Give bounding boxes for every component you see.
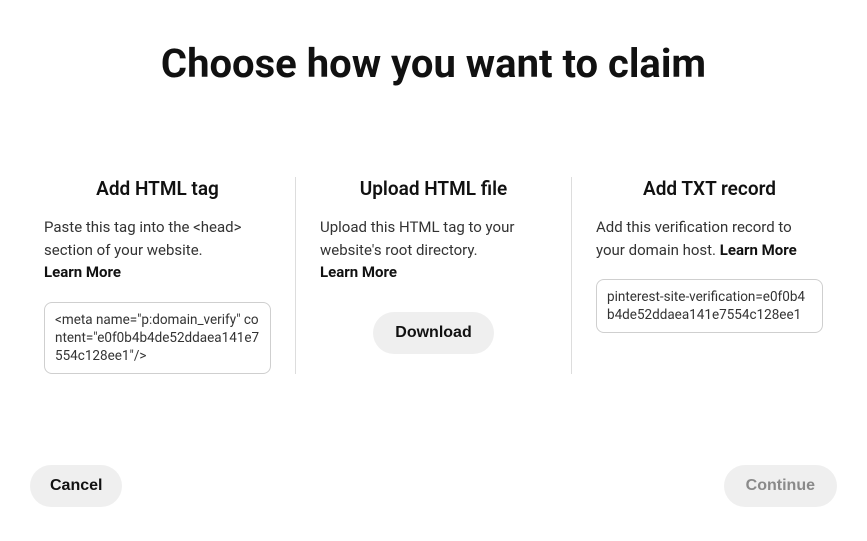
html-tag-code-box[interactable]: <meta name="p:domain_verify" content="e0…: [44, 302, 271, 375]
option-html-file-desc-text: Upload this HTML tag to your website's r…: [320, 218, 514, 259]
option-html-file-learn-more[interactable]: Learn More: [320, 263, 397, 281]
option-txt-record-learn-more[interactable]: Learn More: [720, 241, 797, 259]
option-html-tag-learn-more[interactable]: Learn More: [44, 263, 121, 281]
option-txt-record-title: Add TXT record: [643, 177, 776, 200]
option-html-file-title: Upload HTML file: [360, 177, 507, 200]
options-row: Add HTML tag Paste this tag into the <he…: [20, 177, 847, 374]
continue-button[interactable]: Continue: [724, 465, 837, 507]
claim-dialog: Choose how you want to claim Add HTML ta…: [0, 0, 867, 541]
option-html-file-desc: Upload this HTML tag to your website's r…: [320, 216, 547, 284]
option-txt-record-desc: Add this verification record to your dom…: [596, 216, 823, 261]
option-txt-record: Add TXT record Add this verification rec…: [572, 177, 847, 374]
option-html-tag-desc: Paste this tag into the <head> section o…: [44, 216, 271, 284]
dialog-footer: Cancel Continue: [30, 465, 837, 507]
cancel-button[interactable]: Cancel: [30, 465, 122, 507]
option-html-file: Upload HTML file Upload this HTML tag to…: [296, 177, 572, 374]
download-button[interactable]: Download: [373, 312, 493, 354]
page-title: Choose how you want to claim: [20, 40, 847, 87]
option-html-tag: Add HTML tag Paste this tag into the <he…: [20, 177, 296, 374]
option-html-tag-desc-text: Paste this tag into the <head> section o…: [44, 218, 241, 259]
txt-record-code-box[interactable]: pinterest-site-verification=e0f0b4b4de52…: [596, 279, 823, 333]
option-html-tag-title: Add HTML tag: [96, 177, 219, 200]
